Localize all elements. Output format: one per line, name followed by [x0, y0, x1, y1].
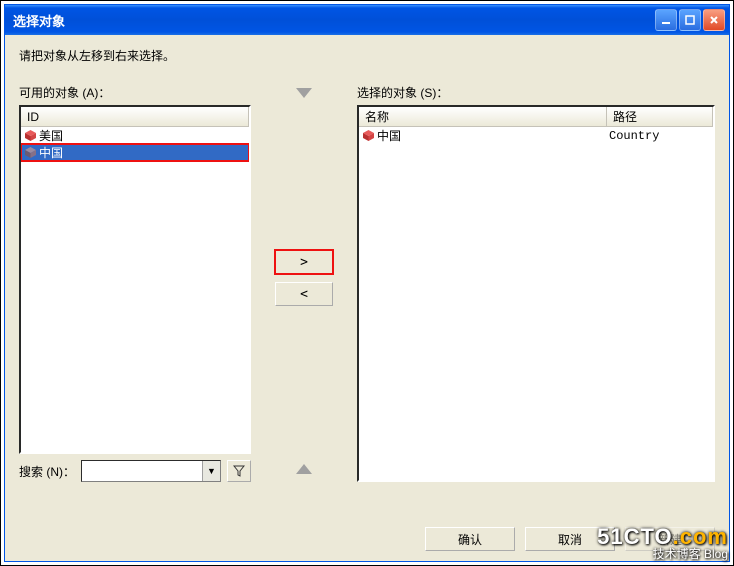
list-item-name: 中国: [377, 127, 401, 144]
chevron-down-icon[interactable]: ▼: [202, 461, 220, 481]
maximize-button[interactable]: [679, 9, 701, 31]
selected-header-path[interactable]: 路径: [607, 107, 713, 126]
cube-icon: [23, 146, 37, 160]
titlebar[interactable]: 选择对象: [5, 5, 729, 35]
list-item-label: 美国: [39, 127, 63, 144]
move-right-button[interactable]: >: [275, 250, 333, 274]
selected-header-name[interactable]: 名称: [359, 107, 607, 126]
available-header-id[interactable]: ID: [21, 107, 249, 126]
move-left-button[interactable]: <: [275, 282, 333, 306]
cube-icon: [23, 129, 37, 143]
selected-listbox[interactable]: 名称 路径 中国 Country: [357, 105, 715, 482]
selected-label: 选择的对象 (S)：: [357, 84, 715, 101]
cancel-button[interactable]: 取消: [525, 527, 615, 551]
list-item[interactable]: 中国 Country: [359, 127, 713, 144]
available-listbox[interactable]: ID 美国 中国: [19, 105, 251, 454]
instruction-text: 请把对象从左移到右来选择。: [19, 47, 715, 64]
search-label: 搜索 (N)：: [19, 463, 75, 480]
triangle-down-icon: [296, 88, 312, 98]
ok-button[interactable]: 确认: [425, 527, 515, 551]
window-title: 选择对象: [13, 11, 655, 30]
chevron-right-icon: >: [300, 255, 308, 270]
search-combo[interactable]: ▼: [81, 460, 221, 482]
new-button[interactable]: 新建: [625, 527, 715, 551]
cube-icon: [361, 129, 375, 143]
list-item-label: 中国: [39, 144, 63, 161]
chevron-left-icon: <: [300, 287, 308, 302]
dialog-window: 选择对象 请把对象从左移到右来选择。 可用的对象 (A)： ID: [4, 4, 730, 562]
close-button[interactable]: [703, 9, 725, 31]
funnel-icon: [233, 465, 245, 477]
filter-button[interactable]: [227, 460, 251, 482]
minimize-button[interactable]: [655, 9, 677, 31]
list-item[interactable]: 美国: [21, 127, 249, 144]
available-label: 可用的对象 (A)：: [19, 84, 251, 101]
triangle-up-icon: [296, 464, 312, 474]
list-item-path: Country: [609, 129, 713, 143]
list-item[interactable]: 中国: [21, 144, 249, 161]
